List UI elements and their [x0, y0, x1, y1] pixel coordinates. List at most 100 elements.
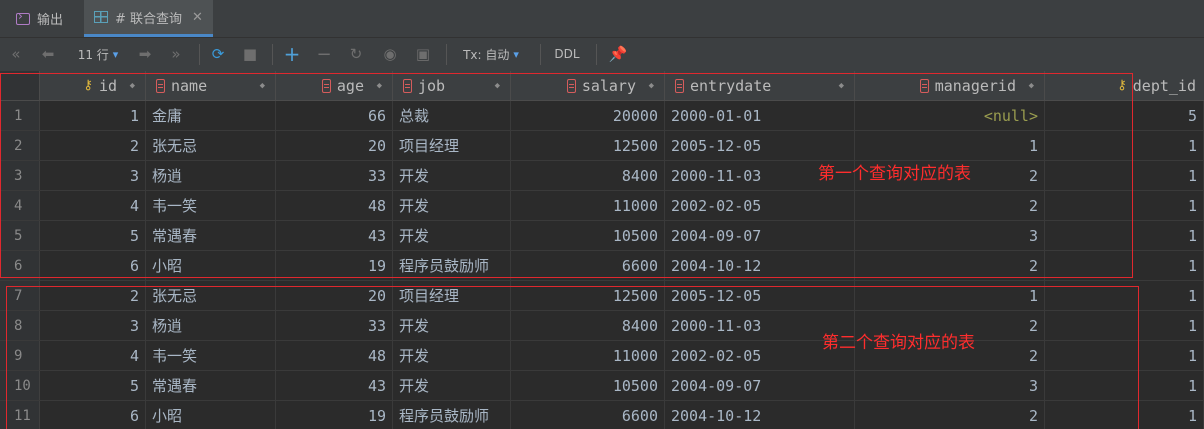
cell-name[interactable]: 常遇春 — [146, 371, 276, 400]
cell-salary[interactable]: 10500 — [511, 371, 665, 400]
cell-age[interactable]: 66 — [276, 101, 393, 130]
cell-salary[interactable]: 12500 — [511, 281, 665, 310]
table-row[interactable]: 3 3 杨逍 33 开发 8400 2000-11-03 2 1 — [0, 161, 1204, 191]
cell-dept-id[interactable]: 1 — [1045, 131, 1204, 160]
cell-age[interactable]: 43 — [276, 371, 393, 400]
row-number[interactable]: 3 — [0, 161, 40, 190]
column-header-age[interactable]: age ◆ — [276, 71, 393, 100]
transaction-mode-selector[interactable]: Tx: 自动 ▾ — [455, 44, 527, 64]
cell-age[interactable]: 33 — [276, 161, 393, 190]
column-header-salary[interactable]: salary ◆ — [511, 71, 665, 100]
close-icon[interactable]: ✕ — [192, 10, 203, 25]
cell-age[interactable]: 33 — [276, 311, 393, 340]
sort-icon[interactable]: ◆ — [495, 81, 500, 91]
cell-managerid[interactable]: 3 — [855, 221, 1045, 250]
table-row[interactable]: 6 6 小昭 19 程序员鼓励师 6600 2004-10-12 2 1 — [0, 251, 1204, 281]
table-row[interactable]: 11 6 小昭 19 程序员鼓励师 6600 2004-10-12 2 1 — [0, 401, 1204, 429]
cell-id[interactable]: 5 — [40, 221, 146, 250]
sort-icon[interactable]: ◆ — [130, 81, 135, 91]
next-page-icon[interactable]: ➡ — [136, 44, 154, 64]
stop-icon[interactable]: ■ — [241, 44, 259, 64]
table-row[interactable]: 9 4 韦一笑 48 开发 11000 2002-02-05 2 1 — [0, 341, 1204, 371]
cell-salary[interactable]: 6600 — [511, 251, 665, 280]
cell-job[interactable]: 程序员鼓励师 — [393, 251, 511, 280]
cell-dept-id[interactable]: 1 — [1045, 371, 1204, 400]
sort-icon[interactable]: ◆ — [649, 81, 654, 91]
cell-age[interactable]: 43 — [276, 221, 393, 250]
cell-name[interactable]: 常遇春 — [146, 221, 276, 250]
cell-entrydate[interactable]: 2004-09-07 — [665, 371, 855, 400]
cell-managerid[interactable]: 2 — [855, 401, 1045, 429]
cell-managerid[interactable]: 1 — [855, 281, 1045, 310]
cell-job[interactable]: 开发 — [393, 371, 511, 400]
cell-name[interactable]: 韦一笑 — [146, 341, 276, 370]
cell-managerid[interactable]: 2 — [855, 191, 1045, 220]
row-number[interactable]: 10 — [0, 371, 40, 400]
cell-salary[interactable]: 11000 — [511, 191, 665, 220]
cell-job[interactable]: 开发 — [393, 161, 511, 190]
row-number[interactable]: 7 — [0, 281, 40, 310]
cell-managerid[interactable]: 1 — [855, 131, 1045, 160]
revert-icon[interactable]: ↻ — [347, 44, 365, 64]
cell-age[interactable]: 20 — [276, 281, 393, 310]
last-page-icon[interactable]: » — [168, 44, 184, 64]
cell-dept-id[interactable]: 1 — [1045, 311, 1204, 340]
table-row[interactable]: 4 4 韦一笑 48 开发 11000 2002-02-05 2 1 — [0, 191, 1204, 221]
cell-name[interactable]: 张无忌 — [146, 131, 276, 160]
cell-job[interactable]: 开发 — [393, 191, 511, 220]
column-header-job[interactable]: job ◆ — [393, 71, 511, 100]
column-header-dept-id[interactable]: ⚷ dept_id — [1045, 71, 1204, 100]
cell-age[interactable]: 19 — [276, 251, 393, 280]
row-number[interactable]: 11 — [0, 401, 40, 429]
table-row[interactable]: 2 2 张无忌 20 项目经理 12500 2005-12-05 1 1 — [0, 131, 1204, 161]
cell-salary[interactable]: 20000 — [511, 101, 665, 130]
cell-job[interactable]: 开发 — [393, 311, 511, 340]
cell-entrydate[interactable]: 2005-12-05 — [665, 131, 855, 160]
cell-id[interactable]: 3 — [40, 311, 146, 340]
cell-id[interactable]: 2 — [40, 281, 146, 310]
cell-dept-id[interactable]: 1 — [1045, 401, 1204, 429]
cell-managerid[interactable]: 2 — [855, 251, 1045, 280]
row-number[interactable]: 9 — [0, 341, 40, 370]
sort-icon[interactable]: ◆ — [839, 81, 844, 91]
sort-icon[interactable]: ◆ — [260, 81, 265, 91]
cell-managerid[interactable]: 3 — [855, 371, 1045, 400]
row-number[interactable]: 4 — [0, 191, 40, 220]
view-icon[interactable]: ◉ — [379, 44, 401, 64]
row-number[interactable]: 8 — [0, 311, 40, 340]
cell-salary[interactable]: 8400 — [511, 161, 665, 190]
cell-dept-id[interactable]: 5 — [1045, 101, 1204, 130]
row-number[interactable]: 1 — [0, 101, 40, 130]
cell-name[interactable]: 张无忌 — [146, 281, 276, 310]
prev-page-icon[interactable]: ⬅ — [38, 44, 58, 64]
table-row[interactable]: 8 3 杨逍 33 开发 8400 2000-11-03 2 1 — [0, 311, 1204, 341]
pin-icon[interactable]: 📌 — [608, 44, 628, 64]
cell-salary[interactable]: 10500 — [511, 221, 665, 250]
cell-job[interactable]: 程序员鼓励师 — [393, 401, 511, 429]
row-number[interactable]: 2 — [0, 131, 40, 160]
sort-icon[interactable]: ◆ — [377, 81, 382, 91]
cell-entrydate[interactable]: 2004-10-12 — [665, 251, 855, 280]
table-row[interactable]: 7 2 张无忌 20 项目经理 12500 2005-12-05 1 1 — [0, 281, 1204, 311]
cell-dept-id[interactable]: 1 — [1045, 161, 1204, 190]
cell-dept-id[interactable]: 1 — [1045, 281, 1204, 310]
cell-name[interactable]: 金庸 — [146, 101, 276, 130]
cell-id[interactable]: 6 — [40, 401, 146, 429]
cell-entrydate[interactable]: 2002-02-05 — [665, 191, 855, 220]
row-number[interactable]: 5 — [0, 221, 40, 250]
cell-id[interactable]: 6 — [40, 251, 146, 280]
cell-entrydate[interactable]: 2000-01-01 — [665, 101, 855, 130]
cell-job[interactable]: 项目经理 — [393, 131, 511, 160]
cell-name[interactable]: 杨逍 — [146, 311, 276, 340]
cell-name[interactable]: 小昭 — [146, 401, 276, 429]
row-number[interactable]: 6 — [0, 251, 40, 280]
cell-id[interactable]: 1 — [40, 101, 146, 130]
refresh-icon[interactable]: ⟳ — [208, 44, 228, 64]
sort-icon[interactable]: ◆ — [1029, 81, 1034, 91]
cell-dept-id[interactable]: 1 — [1045, 251, 1204, 280]
cell-job[interactable]: 开发 — [393, 221, 511, 250]
first-page-icon[interactable]: « — [8, 44, 24, 64]
column-header-entrydate[interactable]: entrydate ◆ — [665, 71, 855, 100]
cell-age[interactable]: 20 — [276, 131, 393, 160]
cell-age[interactable]: 19 — [276, 401, 393, 429]
